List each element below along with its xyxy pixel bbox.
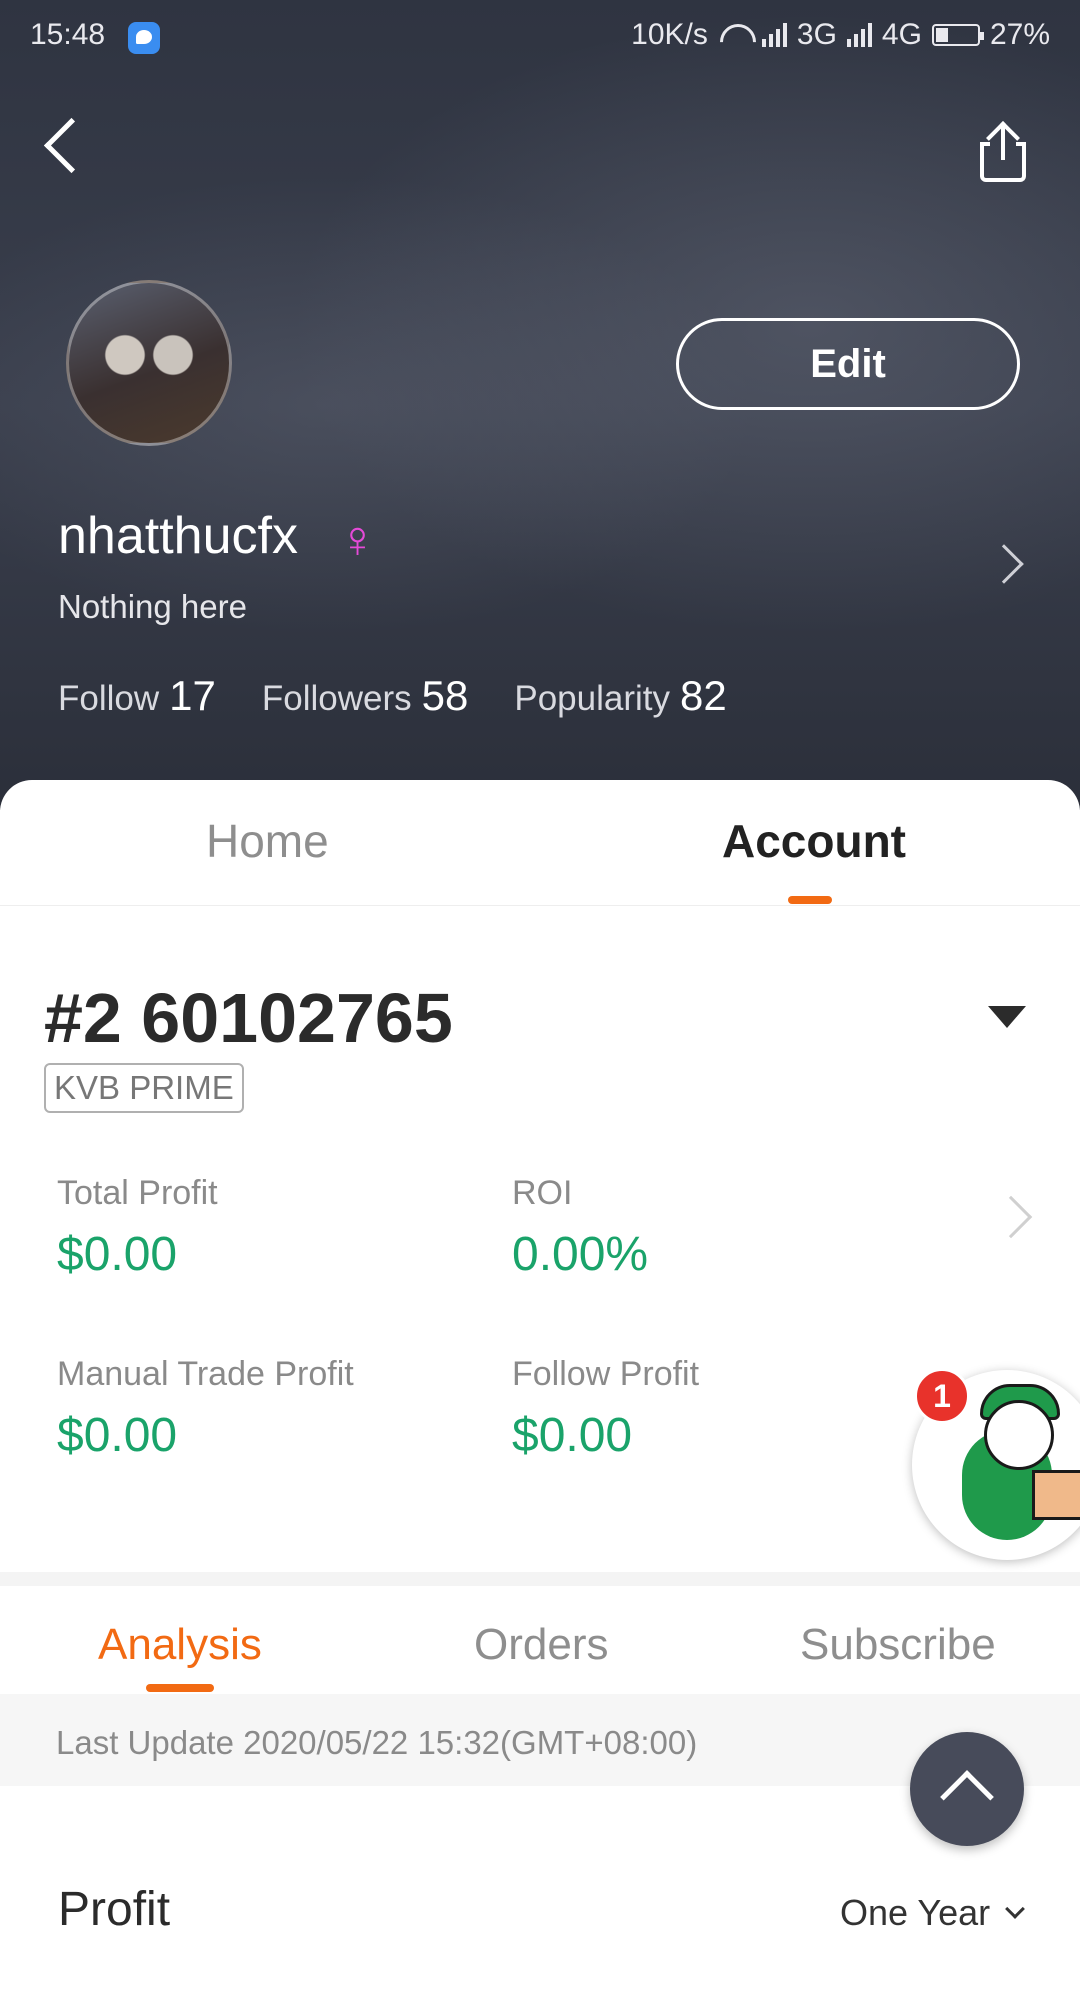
profile-bio: Nothing here <box>58 588 247 625</box>
profit-section-title: Profit <box>58 1883 171 1936</box>
tab-orders[interactable]: Orders <box>474 1620 608 1670</box>
tab-analysis[interactable]: Analysis <box>98 1620 262 1670</box>
metric-value: $0.00 <box>57 1409 178 1462</box>
stat-value: 58 <box>421 672 469 719</box>
metric-label: ROI <box>512 1174 573 1212</box>
network-type-1: 3G <box>796 18 837 51</box>
mascot-face <box>984 1400 1054 1470</box>
chevron-right-icon[interactable] <box>989 1195 1033 1239</box>
metric-label: Total Profit <box>57 1174 218 1212</box>
avatar[interactable] <box>66 280 232 446</box>
tab-account[interactable]: Account <box>722 814 906 868</box>
share-icon[interactable] <box>976 120 1030 184</box>
battery-percent: 27% <box>989 18 1050 51</box>
broker-badge: KVB PRIME <box>44 1063 244 1113</box>
status-time: 15:48 <box>30 18 106 51</box>
last-update-text: Last Update 2020/05/22 15:32(GMT+08:00) <box>56 1724 698 1761</box>
stat-value: 82 <box>679 672 727 719</box>
metric-manual-trade-profit: Manual Trade Profit $0.00 <box>57 1355 354 1463</box>
stat-label: Followers <box>261 679 412 718</box>
female-gender-icon: ♀ <box>338 511 377 569</box>
metric-total-profit: Total Profit $0.00 <box>57 1174 218 1282</box>
dropdown-triangle-icon[interactable] <box>988 1006 1026 1028</box>
network-speed: 10K/s <box>631 18 708 51</box>
signal-icon <box>761 23 787 47</box>
active-tab-indicator <box>788 896 832 904</box>
range-select[interactable]: One Year <box>840 1892 1026 1934</box>
main-tabs: Home Account <box>0 780 1080 906</box>
metric-label: Follow Profit <box>512 1355 700 1393</box>
metric-roi: ROI 0.00% <box>512 1174 648 1282</box>
mascot-package <box>1032 1470 1080 1520</box>
active-subtab-indicator <box>146 1684 214 1692</box>
analysis-tabs: Analysis Orders Subscribe <box>0 1586 1080 1694</box>
stat-follow[interactable]: Follow 17 <box>58 672 216 720</box>
profile-stats: Follow 17 Followers 58 Popularity 82 <box>58 672 727 720</box>
metric-value: 0.00% <box>512 1228 649 1281</box>
chevron-up-icon <box>940 1770 994 1824</box>
section-divider <box>0 1572 1080 1586</box>
metric-value: $0.00 <box>57 1228 178 1281</box>
account-number: #2 60102765 <box>44 979 453 1057</box>
status-bar: 15:48 10K/s 3G 4G 27% <box>0 0 1080 72</box>
range-select-value: One Year <box>840 1892 991 1933</box>
metric-value: $0.00 <box>512 1409 633 1462</box>
stat-value: 17 <box>169 672 216 719</box>
signal-icon <box>846 23 872 47</box>
chevron-down-icon <box>1005 1899 1026 1919</box>
wifi-icon <box>718 22 752 48</box>
scroll-to-top-button[interactable] <box>910 1732 1024 1846</box>
tab-subscribe[interactable]: Subscribe <box>800 1620 996 1670</box>
status-indicators: 10K/s 3G 4G 27% <box>631 18 1050 52</box>
messenger-icon <box>128 22 160 54</box>
stat-label: Follow <box>58 679 160 718</box>
network-type-2: 4G <box>881 18 922 51</box>
stat-popularity[interactable]: Popularity 82 <box>514 672 726 720</box>
stat-label: Popularity <box>514 679 670 718</box>
edit-profile-button[interactable]: Edit <box>676 318 1020 410</box>
stat-followers[interactable]: Followers 58 <box>262 672 468 720</box>
notification-badge: 1 <box>914 1368 970 1424</box>
back-button[interactable] <box>36 110 96 180</box>
metric-follow-profit: Follow Profit $0.00 <box>512 1355 699 1463</box>
metric-label: Manual Trade Profit <box>57 1355 354 1393</box>
tab-home[interactable]: Home <box>206 814 329 868</box>
username: nhatthucfx <box>58 507 298 565</box>
battery-icon <box>931 24 984 46</box>
